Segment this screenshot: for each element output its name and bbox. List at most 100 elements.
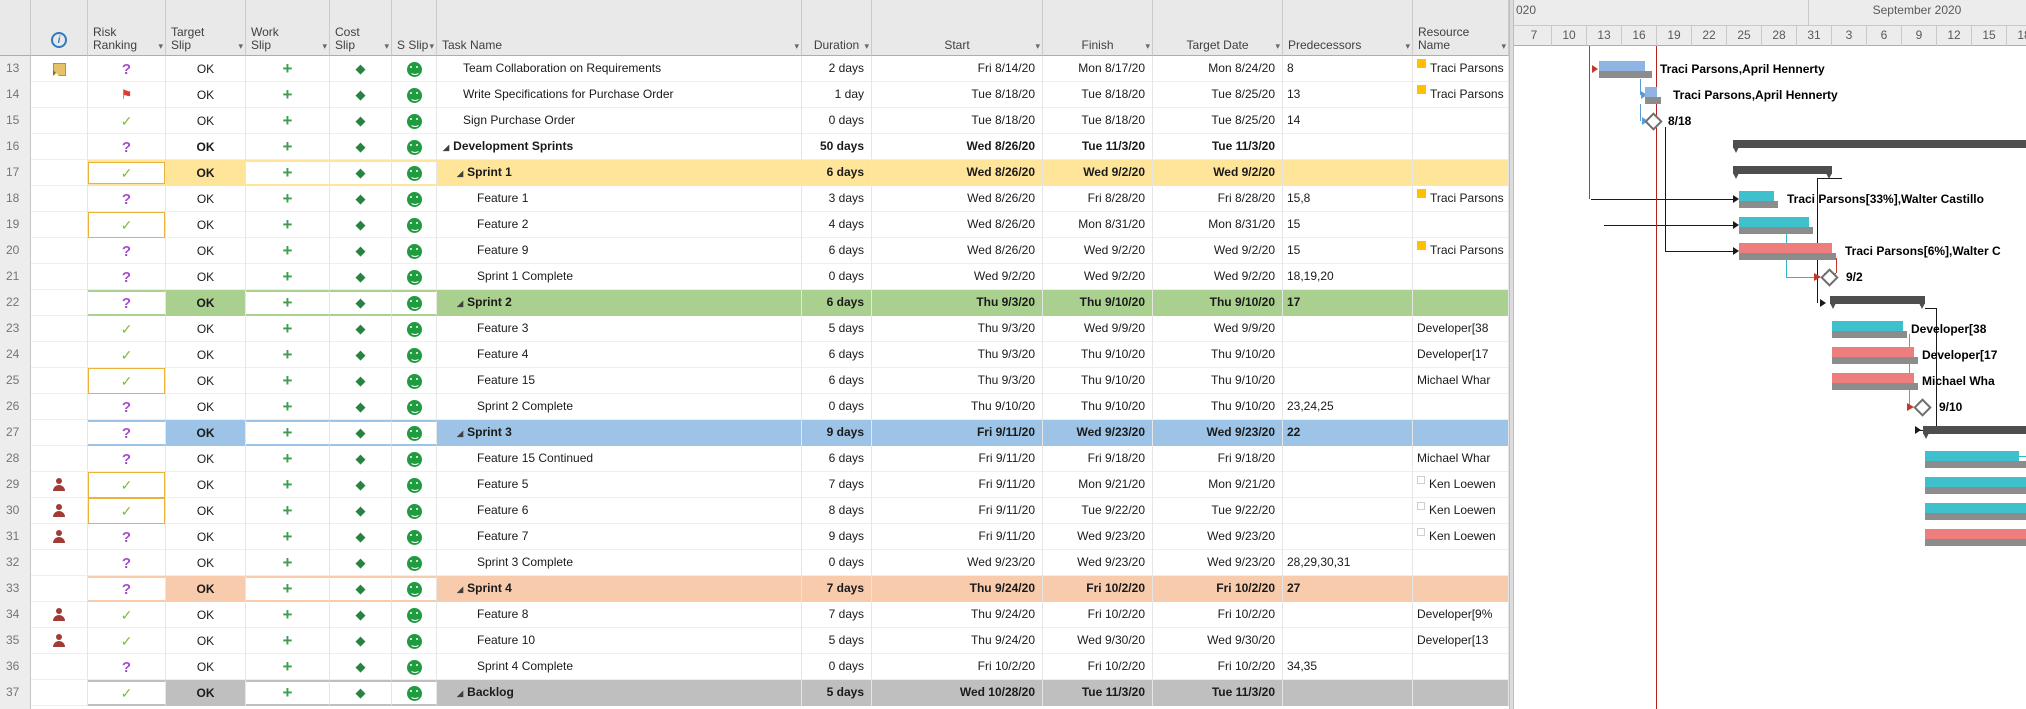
cell-cost[interactable]: ◆ [330,212,392,238]
cell-res[interactable] [1413,134,1509,160]
cell-res[interactable]: Developer[17 [1413,342,1509,368]
cell-tdate[interactable]: Wed 9/23/20 [1153,524,1283,550]
cell-duration[interactable]: 1 day [802,82,872,108]
cell-task[interactable]: ◢Sprint 4 [437,576,802,602]
cell-info[interactable] [31,680,88,706]
cell-risk[interactable]: ✓ [88,212,166,238]
expand-triangle-icon[interactable]: ◢ [457,299,463,308]
cell-res[interactable] [1413,680,1509,706]
cell-task[interactable]: Sprint 1 Complete [437,264,802,290]
column-header-finish[interactable]: Finish [1043,0,1153,56]
cell-id[interactable]: 24 [0,342,31,368]
cell-res[interactable]: Michael Whar [1413,446,1509,472]
cell-res[interactable] [1413,550,1509,576]
cell-sslip[interactable] [392,212,437,238]
cell-risk[interactable]: ? [88,420,166,446]
cell-sslip[interactable] [392,446,437,472]
milestone-diamond[interactable] [1644,112,1662,130]
cell-start[interactable]: Fri 9/11/20 [872,446,1043,472]
task-bar[interactable] [1925,477,2026,487]
cell-info[interactable] [31,186,88,212]
cell-risk[interactable]: ✓ [88,108,166,134]
cell-duration[interactable]: 6 days [802,342,872,368]
cell-sslip[interactable] [392,342,437,368]
cell-cost[interactable]: ◆ [330,550,392,576]
cell-sslip[interactable] [392,420,437,446]
task-bar[interactable] [1739,191,1774,201]
cell-duration[interactable]: 0 days [802,264,872,290]
cell-start[interactable]: Fri 9/11/20 [872,524,1043,550]
cell-work[interactable]: + [246,368,330,394]
cell-task[interactable]: ◢Backlog [437,680,802,706]
cell-cost[interactable]: ◆ [330,524,392,550]
cell-info[interactable] [31,420,88,446]
cell-res[interactable] [1413,394,1509,420]
cell-tdate[interactable]: Wed 9/2/20 [1153,264,1283,290]
cell-sslip[interactable] [392,134,437,160]
cell-res[interactable] [1413,264,1509,290]
cell-work[interactable]: + [246,238,330,264]
cell-pred[interactable] [1283,680,1413,706]
cell-risk[interactable]: ? [88,524,166,550]
cell-target[interactable]: OK [166,290,246,316]
cell-res[interactable] [1413,290,1509,316]
task-bar[interactable] [1599,61,1645,71]
milestone-diamond[interactable] [1913,398,1931,416]
cell-sslip[interactable] [392,680,437,706]
cell-finish[interactable]: Mon 9/21/20 [1043,472,1153,498]
cell-tdate[interactable]: Mon 9/21/20 [1153,472,1283,498]
cell-start[interactable]: Thu 9/24/20 [872,628,1043,654]
cell-start[interactable]: Tue 8/18/20 [872,108,1043,134]
cell-risk[interactable]: ? [88,576,166,602]
column-header-work[interactable]: Work Slip [246,0,330,56]
cell-cost[interactable]: ◆ [330,498,392,524]
cell-pred[interactable] [1283,316,1413,342]
cell-sslip[interactable] [392,628,437,654]
cell-task[interactable]: Sign Purchase Order [437,108,802,134]
column-header-duration[interactable]: Duration [802,0,872,56]
cell-id[interactable]: 18 [0,186,31,212]
cell-target[interactable]: OK [166,628,246,654]
cell-id[interactable]: 25 [0,368,31,394]
cell-target[interactable]: OK [166,680,246,706]
cell-id[interactable]: 27 [0,420,31,446]
cell-risk[interactable]: ? [88,56,166,82]
summary-bar[interactable] [1733,140,2026,148]
cell-finish[interactable]: Thu 9/10/20 [1043,368,1153,394]
cell-work[interactable]: + [246,420,330,446]
cell-target[interactable]: OK [166,498,246,524]
cell-work[interactable]: + [246,654,330,680]
cell-info[interactable] [31,342,88,368]
cell-info[interactable] [31,290,88,316]
cell-sslip[interactable] [392,472,437,498]
task-bar[interactable] [1925,529,2026,539]
cell-finish[interactable]: Fri 10/2/20 [1043,576,1153,602]
cell-info[interactable] [31,472,88,498]
cell-pred[interactable]: 15 [1283,238,1413,264]
cell-target[interactable]: OK [166,576,246,602]
cell-duration[interactable]: 8 days [802,498,872,524]
cell-task[interactable]: Feature 15 [437,368,802,394]
cell-res[interactable]: Ken Loewen [1413,498,1509,524]
cell-finish[interactable]: Wed 9/2/20 [1043,160,1153,186]
cell-tdate[interactable]: Fri 8/28/20 [1153,186,1283,212]
cell-finish[interactable]: Thu 9/10/20 [1043,290,1153,316]
cell-tdate[interactable]: Fri 10/2/20 [1153,602,1283,628]
cell-finish[interactable]: Fri 10/2/20 [1043,602,1153,628]
cell-task[interactable]: ◢Sprint 3 [437,420,802,446]
cell-res[interactable]: Traci Parsons [1413,238,1509,264]
cell-risk[interactable]: ✓ [88,472,166,498]
cell-info[interactable] [31,368,88,394]
expand-triangle-icon[interactable]: ◢ [457,429,463,438]
filter-arrow-icon[interactable] [1405,40,1410,53]
cell-start[interactable]: Thu 9/3/20 [872,290,1043,316]
column-header-risk[interactable]: Risk Ranking [88,0,166,56]
cell-id[interactable]: 22 [0,290,31,316]
cell-start[interactable]: Wed 9/23/20 [872,550,1043,576]
cell-pred[interactable] [1283,602,1413,628]
task-bar[interactable] [1739,217,1809,227]
cell-id[interactable]: 30 [0,498,31,524]
cell-pred[interactable]: 14 [1283,108,1413,134]
cell-sslip[interactable] [392,108,437,134]
cell-id[interactable]: 35 [0,628,31,654]
